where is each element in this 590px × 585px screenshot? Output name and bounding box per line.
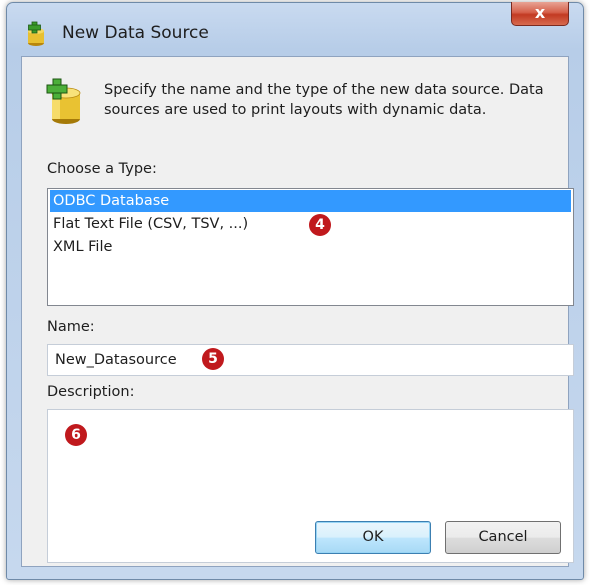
- title-bar: New Data Source x: [7, 2, 583, 57]
- annotation-marker-4: 4: [309, 214, 331, 236]
- ok-button[interactable]: OK: [315, 521, 431, 554]
- intro-text: Specify the name and the type of the new…: [104, 82, 544, 118]
- type-listbox[interactable]: ODBC Database Flat Text File (CSV, TSV, …: [47, 188, 574, 306]
- dialog-window: New Data Source x Specify the name and t…: [6, 2, 584, 580]
- close-button[interactable]: x: [511, 2, 569, 26]
- name-label: Name:: [47, 319, 95, 335]
- list-item-xml-file[interactable]: XML File: [50, 236, 571, 258]
- name-input[interactable]: New_Datasource: [47, 344, 574, 376]
- dialog-body: Specify the name and the type of the new…: [21, 56, 574, 567]
- close-icon: x: [534, 3, 546, 22]
- type-label: Choose a Type:: [47, 161, 157, 177]
- database-add-icon: [46, 78, 81, 124]
- window-title: New Data Source: [62, 23, 209, 43]
- annotation-marker-5: 5: [202, 348, 224, 370]
- data-source-icon: [28, 21, 44, 46]
- annotation-marker-6: 6: [65, 424, 87, 446]
- description-label: Description:: [47, 384, 135, 400]
- cancel-button[interactable]: Cancel: [445, 521, 561, 554]
- list-item-odbc-database[interactable]: ODBC Database: [50, 190, 571, 212]
